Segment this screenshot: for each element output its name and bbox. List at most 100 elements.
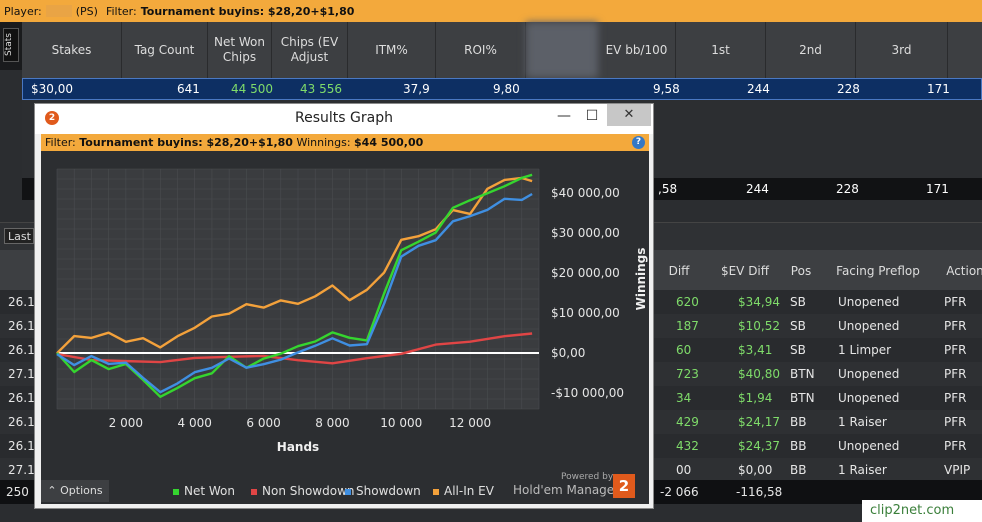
col-ev-diff[interactable]: $EV Diff: [704, 250, 786, 292]
col-tag-count[interactable]: Tag Count: [122, 22, 208, 78]
options-label: Options: [60, 484, 103, 497]
cell-ev-diff: $10,52: [738, 319, 780, 333]
cell-ev-bb: 9,58: [653, 82, 680, 96]
legend-swatch: [173, 488, 179, 495]
filter-label: Filter:: [105, 4, 137, 18]
legend-swatch: [251, 488, 257, 495]
legend-label: Showdown: [356, 484, 421, 498]
player-label: Player:: [4, 4, 42, 18]
total-ev: -116,58: [736, 485, 783, 499]
col-facing-preflop[interactable]: Facing Preflop: [822, 250, 934, 292]
cell-date: 26.1: [8, 343, 35, 357]
col-itm[interactable]: ITM%: [348, 22, 436, 78]
col-action[interactable]: Action: [940, 250, 982, 292]
cell-pos: BB: [790, 463, 807, 477]
results-graph-window[interactable]: 2 Results Graph — ☐ ✕ Filter: Tournament…: [34, 103, 654, 509]
y-tick-label: $30 000,00: [551, 226, 620, 240]
legend-swatch: [345, 488, 351, 495]
stats-row-selected[interactable]: $30,00 641 44 500 43 556 37,9 9,80 9,58 …: [22, 78, 982, 100]
cell-action: PFR: [944, 367, 967, 381]
cell-third: 171: [927, 82, 950, 96]
options-button[interactable]: ⌃ Options: [41, 480, 109, 502]
cell-date: 26.1: [8, 295, 35, 309]
graph-filter-bar: Filter: Tournament buyins: $28,20+$1,80 …: [41, 134, 649, 151]
x-tick-label: 10 000: [380, 416, 422, 430]
cell-facing: Unopened: [838, 439, 900, 453]
graph-filter-value: Tournament buyins: $28,20+$1,80: [79, 136, 293, 149]
stats-side-tab[interactable]: Stats: [0, 22, 22, 70]
legend-label: All-In EV: [444, 484, 494, 498]
cell-date: 27.1: [8, 463, 35, 477]
cell-diff: 429: [676, 415, 699, 429]
cell-stakes: $30,00: [31, 82, 73, 96]
total-count: 250: [6, 485, 29, 499]
col-ev-bb[interactable]: EV bb/100: [598, 22, 676, 78]
cell-facing: Unopened: [838, 391, 900, 405]
legend-item[interactable]: Non Showdown: [251, 483, 355, 499]
cell-ev-diff: $34,94: [738, 295, 780, 309]
last-dropdown[interactable]: Last: [4, 228, 34, 244]
col-first[interactable]: 1st: [676, 22, 766, 78]
col-pos[interactable]: Pos: [786, 250, 816, 292]
y-tick-label: $20 000,00: [551, 266, 620, 280]
brand-logo-icon: 2: [613, 474, 635, 498]
stats-tab-label: Stats: [3, 28, 19, 62]
cell-pos: SB: [790, 319, 806, 333]
x-tick-label: 6 000: [246, 416, 280, 430]
cell-facing: Unopened: [838, 319, 900, 333]
col-diff[interactable]: Diff: [654, 250, 704, 292]
col-roi[interactable]: ROI%: [436, 22, 526, 78]
legend-label: Net Won: [184, 484, 235, 498]
cell-date: 26.1: [8, 415, 35, 429]
legend-label: Non Showdown: [262, 484, 355, 498]
window-titlebar[interactable]: 2 Results Graph — ☐ ✕: [35, 104, 653, 134]
col-net-won-chips[interactable]: Net Won Chips: [208, 22, 272, 78]
cell-diff: 60: [676, 343, 692, 357]
cell-facing: Unopened: [838, 295, 900, 309]
legend-item[interactable]: All-In EV: [433, 483, 494, 499]
cell-action: PFR: [944, 439, 967, 453]
cell-diff: 34: [676, 391, 692, 405]
cell-ev-bb-total: ,58: [658, 182, 678, 196]
graph-filter-label: Filter:: [45, 136, 76, 149]
cell-first-total: 244: [746, 182, 769, 196]
top-filter-bar[interactable]: Player: (PS) Filter: Tournament buyins: …: [0, 0, 982, 22]
left-gutter: [0, 70, 22, 210]
cell-action: PFR: [944, 343, 967, 357]
maximize-button[interactable]: ☐: [579, 106, 605, 126]
legend-item[interactable]: Showdown: [345, 483, 421, 499]
cell-ev-diff: $3,41: [738, 343, 773, 357]
close-button[interactable]: ✕: [607, 104, 651, 126]
col-chips-ev[interactable]: Chips (EV Adjust: [272, 22, 348, 78]
cell-pos: BB: [790, 415, 807, 429]
filter-value: Tournament buyins: $28,20+$1,80: [140, 4, 355, 18]
minimize-button[interactable]: —: [551, 106, 577, 126]
redacted-column: [526, 22, 598, 78]
cell-action: PFR: [944, 295, 967, 309]
cell-chips-ev: 43 556: [300, 82, 342, 96]
y-axis-title: Winnings: [634, 248, 648, 311]
cell-first: 244: [747, 82, 770, 96]
cell-action: PFR: [944, 415, 967, 429]
cell-roi: 9,80: [493, 82, 520, 96]
cell-facing: 1 Raiser: [838, 463, 887, 477]
cell-pos: SB: [790, 343, 806, 357]
powered-by-label: Powered by: [561, 472, 614, 482]
legend-item[interactable]: Net Won: [173, 483, 235, 499]
cell-pos: BB: [790, 439, 807, 453]
cell-action: PFR: [944, 391, 967, 405]
col-third[interactable]: 3rd: [856, 22, 948, 78]
graph-winnings-label: Winnings:: [296, 136, 351, 149]
col-second[interactable]: 2nd: [766, 22, 856, 78]
help-icon[interactable]: ?: [632, 136, 645, 149]
x-axis-title: Hands: [277, 440, 319, 454]
clip2net-watermark: clip2net.com: [862, 500, 982, 522]
cell-pos: SB: [790, 295, 806, 309]
y-tick-label: $40 000,00: [551, 186, 620, 200]
cell-ev-diff: $1,94: [738, 391, 773, 405]
cell-facing: Unopened: [838, 367, 900, 381]
col-stakes[interactable]: Stakes: [22, 22, 122, 78]
y-tick-label: $0,00: [551, 346, 585, 360]
brand-label: Hold'em Manager: [513, 483, 620, 497]
total-diff: -2 066: [660, 485, 699, 499]
